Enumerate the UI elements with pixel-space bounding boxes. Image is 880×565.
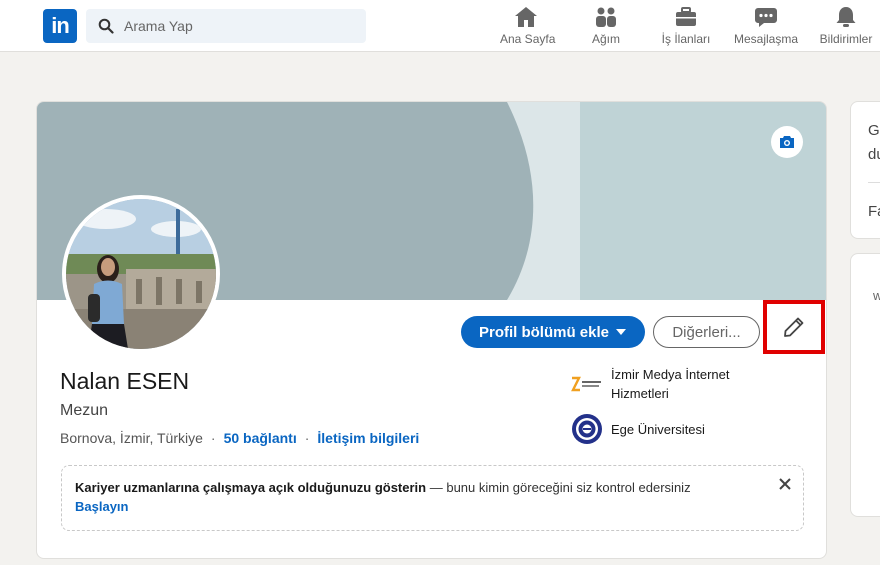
sidebar-text-line3[interactable]: Fa (868, 203, 880, 220)
caret-down-icon (616, 329, 627, 335)
edit-intro-button[interactable] (763, 300, 825, 354)
profile-meta-line: Bornova, İzmir, Türkiye · 50 bağlantı · İlet… (60, 430, 419, 446)
nav-jobs[interactable]: İş İlanları (660, 5, 712, 49)
contact-info-link[interactable]: İletişim bilgileri (317, 430, 419, 446)
profile-photo[interactable] (62, 195, 220, 353)
profile-card: Profil bölümü ekle Diğerleri... Nalan ES… (36, 101, 827, 559)
search-bar[interactable] (86, 9, 366, 43)
nav-notifications-label: Bildirimler (819, 32, 873, 46)
notice-bold-text: Kariyer uzmanlarına çalışmaya açık olduğ… (75, 480, 427, 495)
profile-location: Bornova, İzmir, Türkiye (60, 430, 203, 446)
network-icon (596, 7, 616, 27)
search-input[interactable] (124, 9, 354, 43)
messaging-icon (755, 8, 777, 27)
sidebar-text-line2: du (868, 146, 880, 163)
experience-name: İzmir Medya İnternet Hizmetleri (611, 367, 730, 401)
nav-notifications[interactable]: Bildirimler (818, 5, 874, 49)
nav-jobs-label: İş İlanları (661, 32, 711, 46)
sidebar-card-secondary: w (850, 253, 880, 517)
home-icon (515, 7, 537, 27)
more-label: Diğerleri... (672, 323, 741, 341)
edit-banner-button[interactable] (771, 126, 803, 158)
more-button[interactable]: Diğerleri... (653, 316, 760, 348)
add-profile-section-label: Profil bölümü ekle (478, 323, 610, 341)
briefcase-icon (676, 7, 696, 26)
connections-link[interactable]: 50 bağlantı (224, 430, 297, 446)
profile-name: Nalan ESEN (60, 368, 190, 394)
nav-home-label: Ana Sayfa (500, 32, 556, 46)
pencil-icon (784, 317, 804, 337)
sidebar-card2-text: w (873, 288, 880, 303)
divider (868, 182, 880, 183)
experience-list: İzmir Medya İnternet Hizmetleri Ege Üniv… (571, 365, 771, 455)
notice-start-link[interactable]: Başlayın (75, 499, 763, 514)
ege-university-logo (571, 413, 603, 445)
linkedin-logo-icon[interactable]: in (43, 9, 77, 43)
close-icon[interactable] (777, 476, 793, 492)
experience-item[interactable]: Ege Üniversitesi (571, 413, 771, 445)
experience-item[interactable]: İzmir Medya İnternet Hizmetleri (571, 365, 771, 403)
nav-messaging[interactable]: Mesajlaşma (734, 5, 798, 49)
sidebar-text-line1[interactable]: G (868, 122, 880, 139)
search-icon (98, 18, 114, 34)
sidebar-card-profile-settings: G du Fa (850, 101, 880, 239)
separator-dot: · (304, 430, 310, 446)
nav-network[interactable]: Ağım (586, 5, 626, 49)
izmir-medya-logo (571, 368, 603, 400)
bell-icon (836, 7, 856, 27)
education-name: Ege Üniversitesi (611, 421, 705, 437)
camera-icon (780, 136, 794, 148)
profile-photo-image (66, 199, 216, 349)
open-to-work-notice: Kariyer uzmanlarına çalışmaya açık olduğ… (61, 465, 804, 531)
nav-messaging-label: Mesajlaşma (734, 32, 799, 46)
separator-dot: · (210, 430, 216, 446)
notice-text: Kariyer uzmanlarına çalışmaya açık olduğ… (75, 480, 691, 495)
notice-rest-text: — bunu kimin göreceğini siz kontrol eder… (426, 480, 691, 495)
nav-network-label: Ağım (591, 32, 620, 46)
nav-home[interactable]: Ana Sayfa (500, 5, 556, 49)
top-navigation: in Ana Sayfa Ağım İş İlanları M (0, 0, 880, 52)
add-profile-section-button[interactable]: Profil bölümü ekle (461, 316, 645, 348)
profile-headline: Mezun (60, 402, 109, 419)
